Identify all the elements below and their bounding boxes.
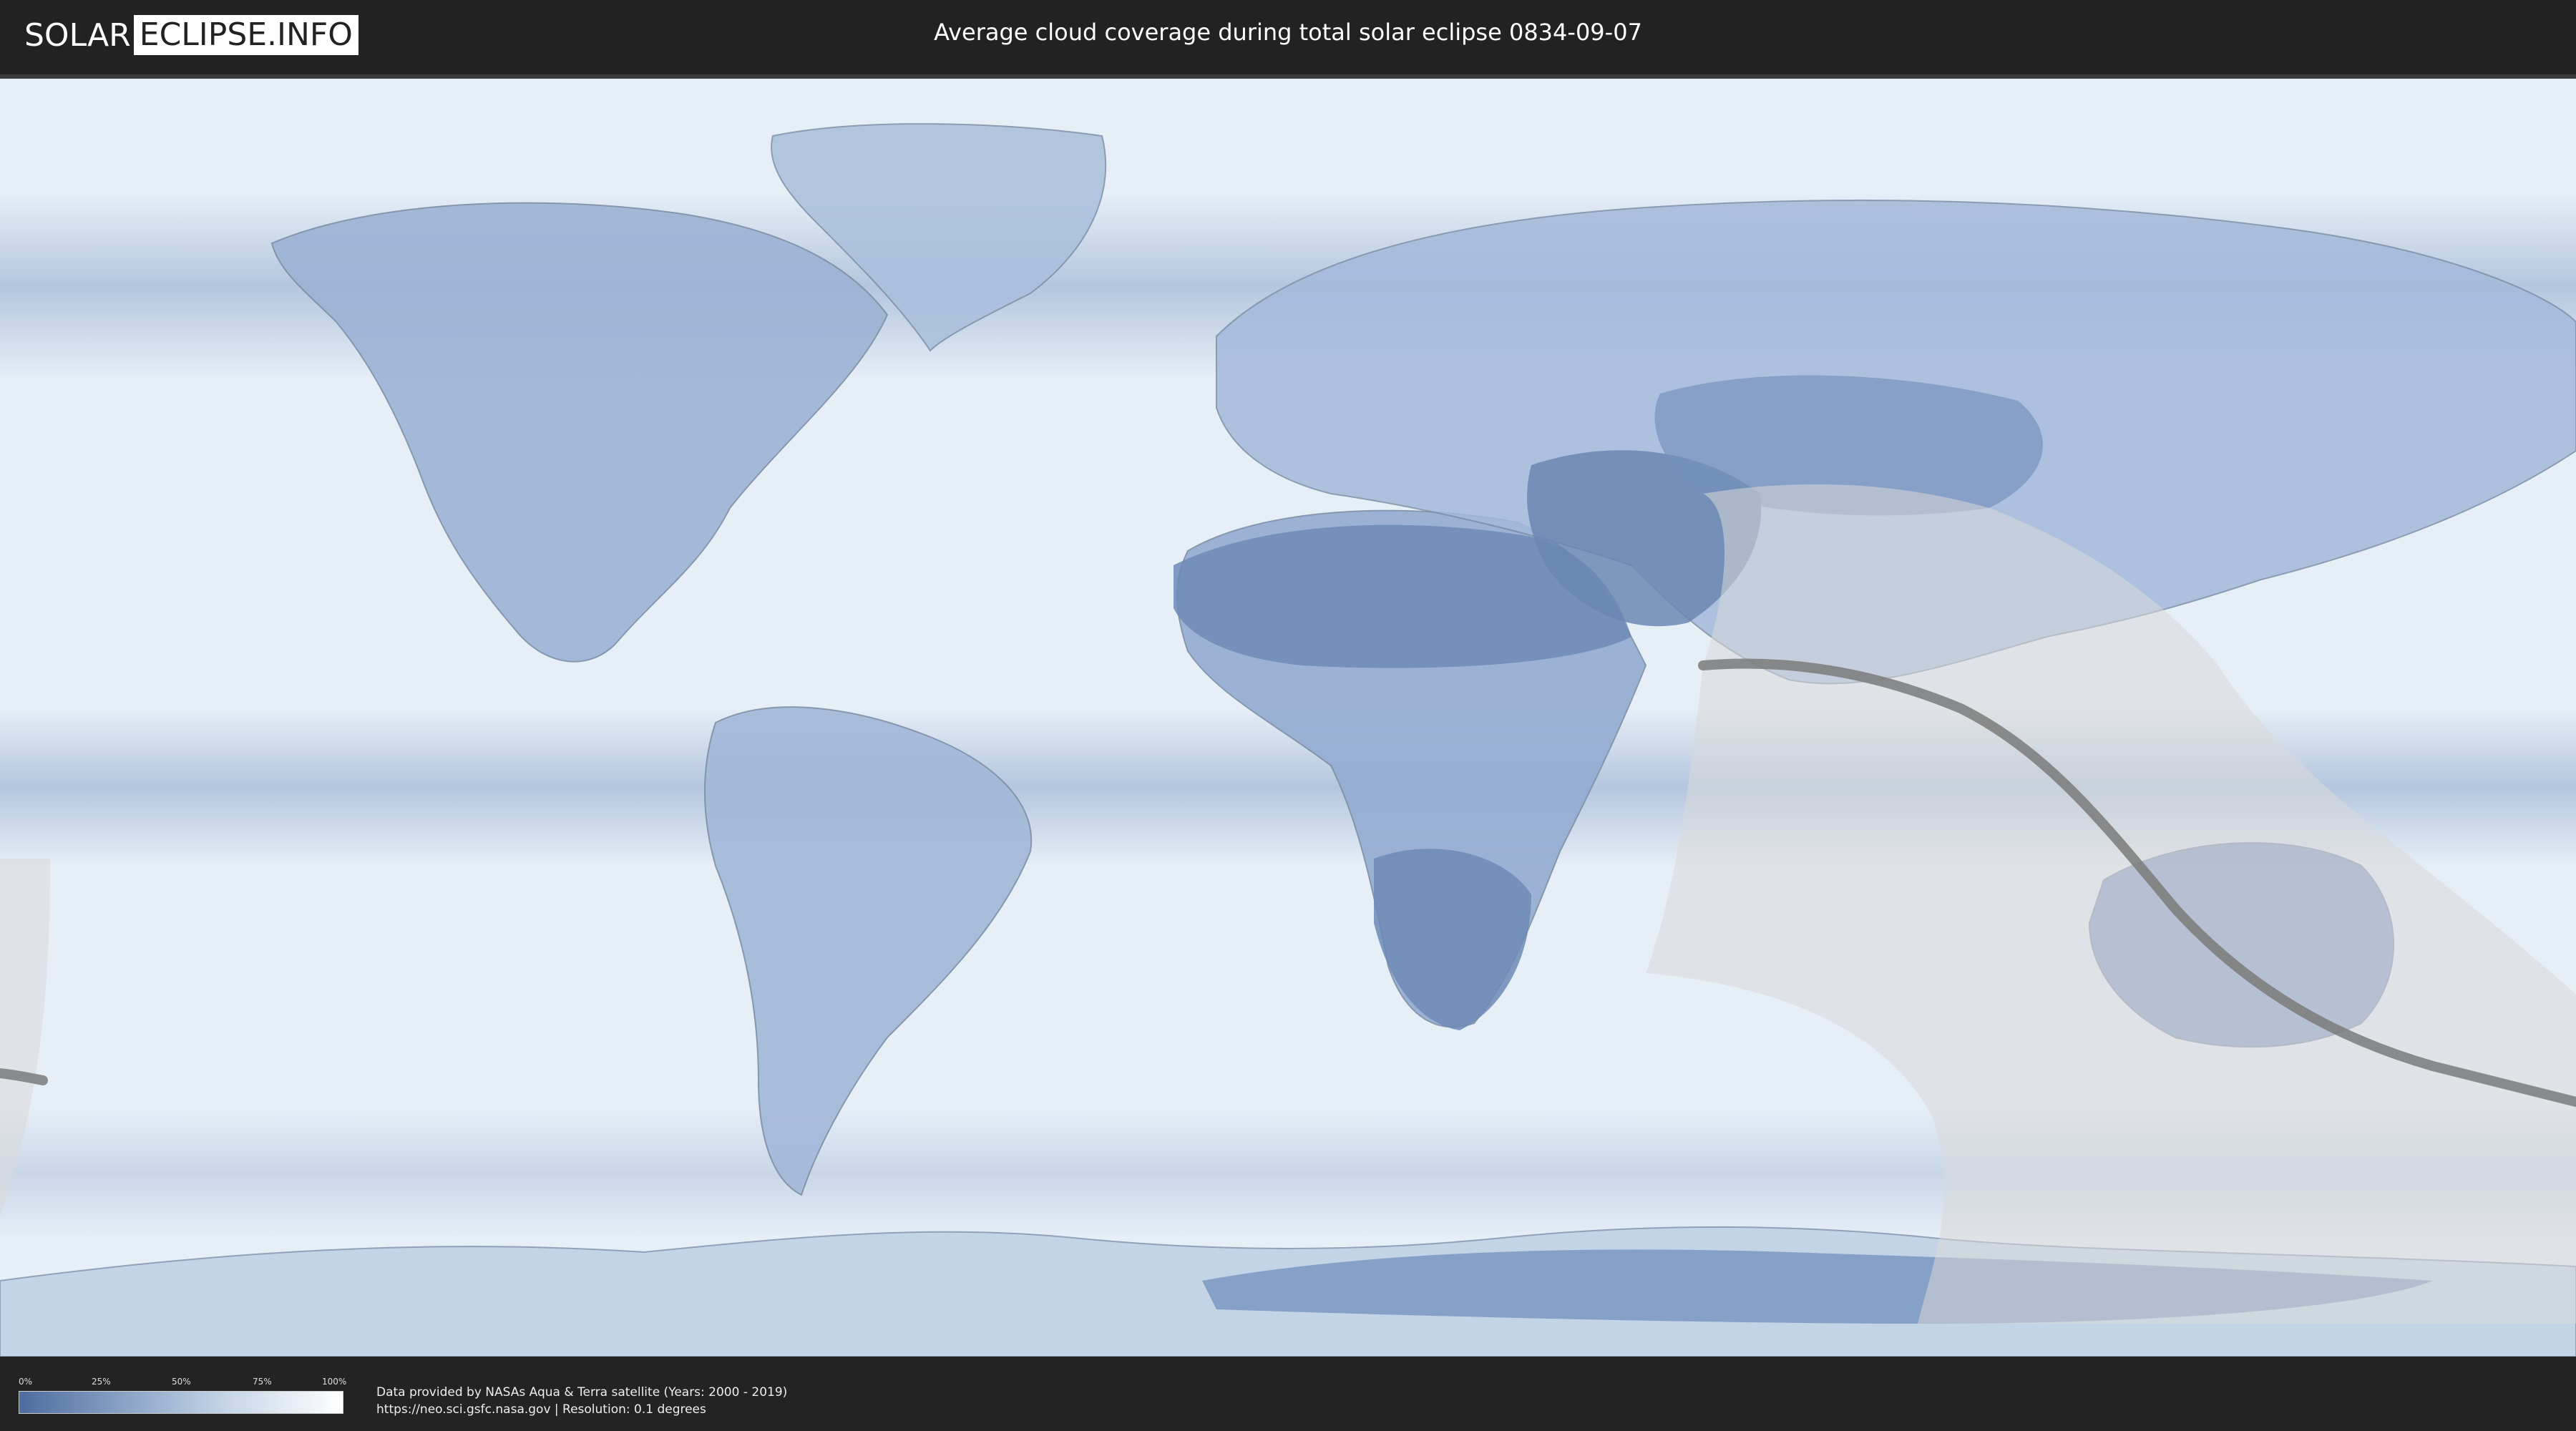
- cloud-coverage-map: [0, 74, 2576, 1357]
- legend-tick-25: 25%: [92, 1377, 111, 1387]
- legend-tick-50: 50%: [172, 1377, 191, 1387]
- legend-tick-100: 100%: [322, 1377, 347, 1387]
- page-title: Average cloud coverage during total sola…: [934, 19, 1642, 46]
- data-source-link[interactable]: https://neo.sci.gsfc.nasa.gov | Resoluti…: [376, 1402, 706, 1417]
- header-bar: SOLAR ECLIPSE.INFO Average cloud coverag…: [0, 0, 2576, 72]
- data-credit: Data provided by NASAs Aqua & Terra sate…: [376, 1385, 788, 1400]
- legend-tick-75: 75%: [253, 1377, 272, 1387]
- footer-bar: 0% 25% 50% 75% 100% Data provided by NAS…: [0, 1358, 2576, 1431]
- world-map-svg: [0, 79, 2576, 1357]
- legend-tick-0: 0%: [19, 1377, 33, 1387]
- legend-color-bar: [19, 1391, 343, 1414]
